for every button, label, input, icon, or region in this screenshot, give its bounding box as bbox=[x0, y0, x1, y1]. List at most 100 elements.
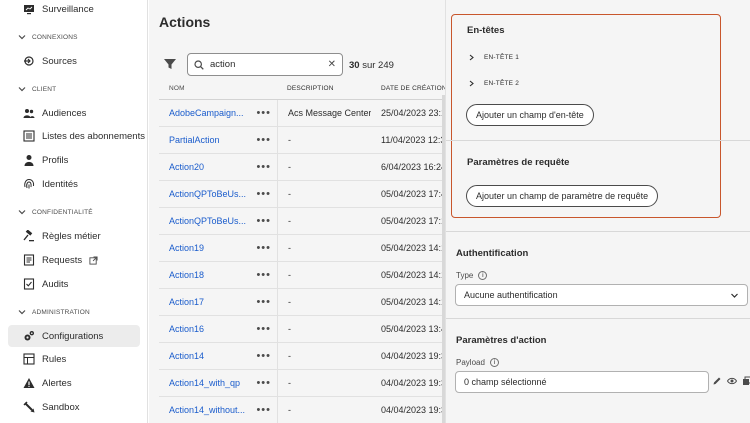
clear-icon[interactable]: ✕ bbox=[328, 59, 336, 70]
cell-description: - bbox=[277, 181, 371, 207]
nav-sources[interactable]: Sources bbox=[8, 50, 140, 72]
divider bbox=[446, 318, 750, 319]
nav-surveillance[interactable]: Surveillance bbox=[8, 0, 140, 20]
payload-label: Payload i bbox=[456, 358, 499, 367]
nav-requests[interactable]: Requests bbox=[8, 249, 140, 271]
table-row[interactable]: Action16 ••• -05/04/2023 13:44 bbox=[159, 316, 445, 343]
action-details-panel: En-têtes EN-TÊTE 1 EN-TÊTE 2 Ajouter un … bbox=[445, 0, 750, 423]
table-row[interactable]: Action14_without... ••• -04/04/2023 19:34 bbox=[159, 397, 445, 423]
table-row[interactable]: ActionQPToBeUs... ••• -05/04/2023 17:44 bbox=[159, 181, 445, 208]
nav-profils[interactable]: Profils bbox=[8, 149, 140, 171]
section-confidentialite[interactable]: CONFIDENTIALITÉ bbox=[18, 208, 93, 216]
gavel-icon bbox=[23, 230, 35, 242]
section-client[interactable]: CLIENT bbox=[18, 85, 56, 93]
cell-name: Action16 ••• bbox=[159, 316, 277, 342]
column-header-description[interactable]: DESCRIPTION bbox=[277, 78, 371, 99]
table-row[interactable]: Action17 ••• -05/04/2023 14:17 bbox=[159, 289, 445, 316]
action-name-link[interactable]: Action18 bbox=[169, 270, 204, 280]
auth-type-select[interactable]: Aucune authentification bbox=[455, 284, 748, 306]
copy-icon[interactable] bbox=[742, 376, 750, 386]
nav-configurations[interactable]: Configurations bbox=[8, 325, 140, 347]
add-header-button[interactable]: Ajouter un champ d'en-tête bbox=[466, 104, 594, 126]
cell-date: 04/04/2023 19:34 bbox=[381, 378, 445, 388]
nav-audits[interactable]: Audits bbox=[8, 273, 140, 295]
nav-label: Configurations bbox=[42, 330, 104, 342]
nav-listes-abonnements[interactable]: Listes des abonnements bbox=[8, 125, 145, 147]
more-icon[interactable]: ••• bbox=[256, 323, 271, 335]
column-header-name[interactable]: NOM bbox=[159, 85, 277, 92]
table-row[interactable]: PartialAction ••• -11/04/2023 12:35 bbox=[159, 127, 445, 154]
table-row[interactable]: Action14_with_qp ••• -04/04/2023 19:34 bbox=[159, 370, 445, 397]
cell-name: ActionQPToBeUs... ••• bbox=[159, 208, 277, 234]
nav-regles-metier[interactable]: Règles métier bbox=[8, 225, 140, 247]
sandbox-icon bbox=[23, 401, 35, 413]
more-icon[interactable]: ••• bbox=[256, 350, 271, 362]
divider bbox=[446, 140, 750, 141]
action-name-link[interactable]: Action14 bbox=[169, 351, 204, 361]
nav-label: Listes des abonnements bbox=[42, 130, 145, 142]
alert-icon bbox=[23, 377, 35, 389]
action-name-link[interactable]: Action17 bbox=[169, 297, 204, 307]
action-name-link[interactable]: PartialAction bbox=[169, 135, 220, 145]
info-icon[interactable]: i bbox=[478, 271, 488, 280]
edit-icon[interactable] bbox=[712, 376, 722, 386]
nav-rules[interactable]: Rules bbox=[8, 348, 140, 370]
more-icon[interactable]: ••• bbox=[256, 269, 271, 281]
monitor-icon bbox=[23, 3, 35, 15]
more-icon[interactable]: ••• bbox=[256, 242, 271, 254]
type-label: Type i bbox=[456, 271, 488, 280]
search-icon bbox=[194, 59, 204, 70]
cell-description: - bbox=[277, 208, 371, 234]
nav-identites[interactable]: Identités bbox=[8, 173, 140, 195]
action-name-link[interactable]: AdobeCampaign... bbox=[169, 108, 244, 118]
search-input[interactable] bbox=[210, 59, 320, 70]
action-name-link[interactable]: ActionQPToBeUs... bbox=[169, 216, 246, 226]
person-icon bbox=[23, 154, 35, 166]
more-icon[interactable]: ••• bbox=[256, 134, 271, 146]
nav-alertes[interactable]: Alertes bbox=[8, 372, 140, 394]
cell-date: 05/04/2023 14:17 bbox=[381, 243, 445, 253]
search-field[interactable]: ✕ bbox=[187, 53, 343, 76]
action-name-link[interactable]: ActionQPToBeUs... bbox=[169, 189, 246, 199]
nav-sandbox[interactable]: Sandbox bbox=[8, 396, 140, 418]
nav-label: Audits bbox=[42, 278, 69, 290]
cell-date: 05/04/2023 17:44 bbox=[381, 189, 445, 199]
header-item[interactable]: EN-TÊTE 2 bbox=[468, 80, 519, 87]
gears-icon bbox=[23, 330, 35, 342]
action-name-link[interactable]: Action14_with_qp bbox=[169, 378, 240, 388]
header-item[interactable]: EN-TÊTE 1 bbox=[468, 54, 519, 61]
nav-label: Alertes bbox=[42, 377, 72, 389]
section-administration[interactable]: ADMINISTRATION bbox=[18, 308, 90, 316]
more-icon[interactable]: ••• bbox=[256, 296, 271, 308]
cell-name: Action18 ••• bbox=[159, 262, 277, 288]
filter-icon[interactable] bbox=[163, 57, 177, 71]
table-row[interactable]: AdobeCampaign... ••• Acs Message Center 25/… bbox=[159, 100, 445, 127]
more-icon[interactable]: ••• bbox=[256, 377, 271, 389]
table-row[interactable]: Action20 ••• -6/04/2023 16:24 bbox=[159, 154, 445, 181]
more-icon[interactable]: ••• bbox=[256, 107, 271, 119]
table-row[interactable]: Action18 ••• -05/04/2023 14:17 bbox=[159, 262, 445, 289]
nav-audiences[interactable]: Audiences bbox=[8, 102, 140, 124]
action-name-link[interactable]: Action14_without... bbox=[169, 405, 245, 415]
chevron-right-icon bbox=[469, 54, 474, 61]
action-name-link[interactable]: Action20 bbox=[169, 162, 204, 172]
external-link-icon bbox=[89, 255, 98, 265]
add-query-param-button[interactable]: Ajouter un champ de paramètre de requête bbox=[466, 185, 659, 207]
section-connexions[interactable]: CONNEXIONS bbox=[18, 33, 78, 41]
eye-icon[interactable] bbox=[727, 376, 737, 386]
action-name-link[interactable]: Action19 bbox=[169, 243, 204, 253]
payload-field[interactable]: 0 champ sélectionné bbox=[455, 371, 709, 393]
cell-date: 11/04/2023 12:35 bbox=[381, 135, 445, 145]
table-row[interactable]: Action19 ••• -05/04/2023 14:17 bbox=[159, 235, 445, 262]
type-label-text: Type bbox=[456, 271, 474, 280]
column-header-date[interactable]: DATE DE CRÉATION bbox=[371, 78, 445, 99]
action-name-link[interactable]: Action16 bbox=[169, 324, 204, 334]
info-icon[interactable]: i bbox=[489, 358, 499, 367]
more-icon[interactable]: ••• bbox=[256, 188, 271, 200]
more-icon[interactable]: ••• bbox=[256, 404, 271, 416]
table-row[interactable]: ActionQPToBeUs... ••• -05/04/2023 17:13 bbox=[159, 208, 445, 235]
table-row[interactable]: Action14 ••• -04/04/2023 19:34 bbox=[159, 343, 445, 370]
more-icon[interactable]: ••• bbox=[256, 161, 271, 173]
nav-label: Sandbox bbox=[42, 401, 80, 413]
more-icon[interactable]: ••• bbox=[256, 215, 271, 227]
